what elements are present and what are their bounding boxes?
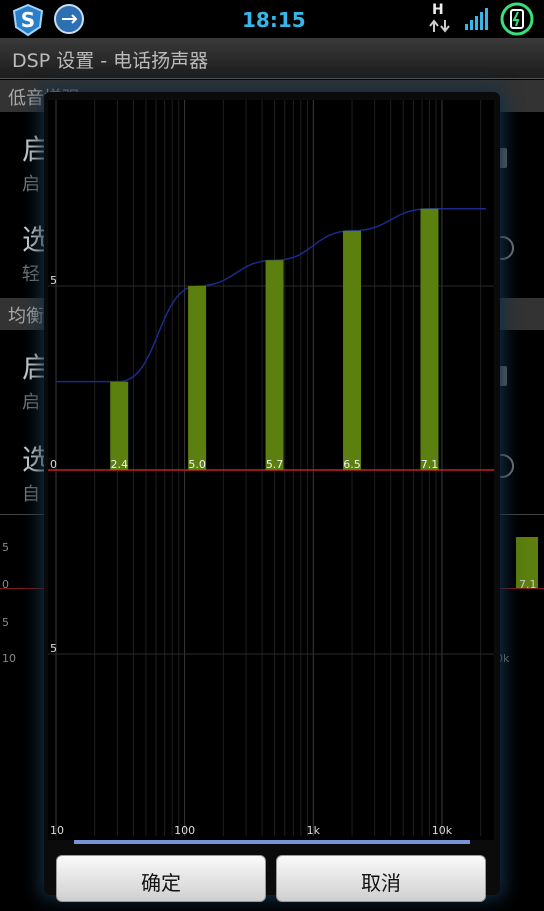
app-title-bar: DSP 设置 - 电话扬声器 bbox=[0, 38, 544, 79]
eq-band-bar bbox=[420, 208, 439, 470]
eq-band-value-label: 5.0 bbox=[188, 458, 206, 471]
eq-band-value-label: 6.5 bbox=[343, 458, 361, 471]
usb-icon bbox=[54, 4, 84, 34]
signal-icon bbox=[465, 8, 488, 30]
eq-band-value-label: 2.4 bbox=[110, 458, 128, 471]
bass-enable-subtitle: 启 bbox=[22, 174, 40, 195]
bg-y-label-zero: 0 bbox=[2, 578, 9, 591]
bg-x-label-left: 10 bbox=[2, 652, 16, 665]
clock: 18:15 bbox=[242, 8, 306, 32]
eq-select-subtitle: 自 bbox=[22, 484, 40, 505]
eq-chart[interactable]: 5 0 5 10 100 1k 10k 2.4 5.0 5.7 6.5 7.1 bbox=[48, 100, 494, 840]
s-app-icon: S bbox=[12, 3, 44, 37]
eq-band-value-label: 5.7 bbox=[266, 458, 284, 471]
x-tick-label: 100 bbox=[174, 824, 195, 837]
eq-enable-subtitle: 启 bbox=[22, 392, 40, 413]
section-label: 均衡 bbox=[8, 306, 44, 327]
battery-charging-icon bbox=[500, 2, 534, 36]
eq-band-value-label: 7.1 bbox=[421, 458, 439, 471]
x-tick-label: 10k bbox=[432, 824, 453, 837]
network-arrows-icon bbox=[429, 19, 450, 33]
eq-band-bar bbox=[110, 381, 129, 470]
page-title: DSP 设置 - 电话扬声器 bbox=[12, 50, 209, 72]
eq-chart-svg: 5 0 5 10 100 1k 10k 2.4 5.0 5.7 6.5 7.1 bbox=[48, 100, 494, 837]
eq-band-bar bbox=[188, 286, 207, 470]
bass-select-subtitle: 轻 bbox=[22, 264, 40, 285]
bg-bar-label: 7.1 bbox=[519, 578, 537, 591]
network-type-label: H bbox=[432, 2, 444, 18]
y-tick-label: 5 bbox=[50, 642, 57, 655]
x-tick-label: 10 bbox=[50, 824, 64, 837]
bg-y-label-top: 5 bbox=[2, 541, 9, 554]
x-tick-label: 1k bbox=[307, 824, 321, 837]
y-tick-label: 0 bbox=[50, 458, 57, 471]
bg-y-label-bottom: 5 bbox=[2, 616, 9, 629]
horizontal-scrollbar[interactable] bbox=[74, 840, 470, 844]
eq-band-bar bbox=[265, 260, 284, 470]
status-bar: S 18:15 H bbox=[0, 0, 544, 38]
y-tick-label: 5 bbox=[50, 274, 57, 287]
eq-band-bar bbox=[343, 230, 362, 470]
svg-text:S: S bbox=[21, 8, 35, 32]
